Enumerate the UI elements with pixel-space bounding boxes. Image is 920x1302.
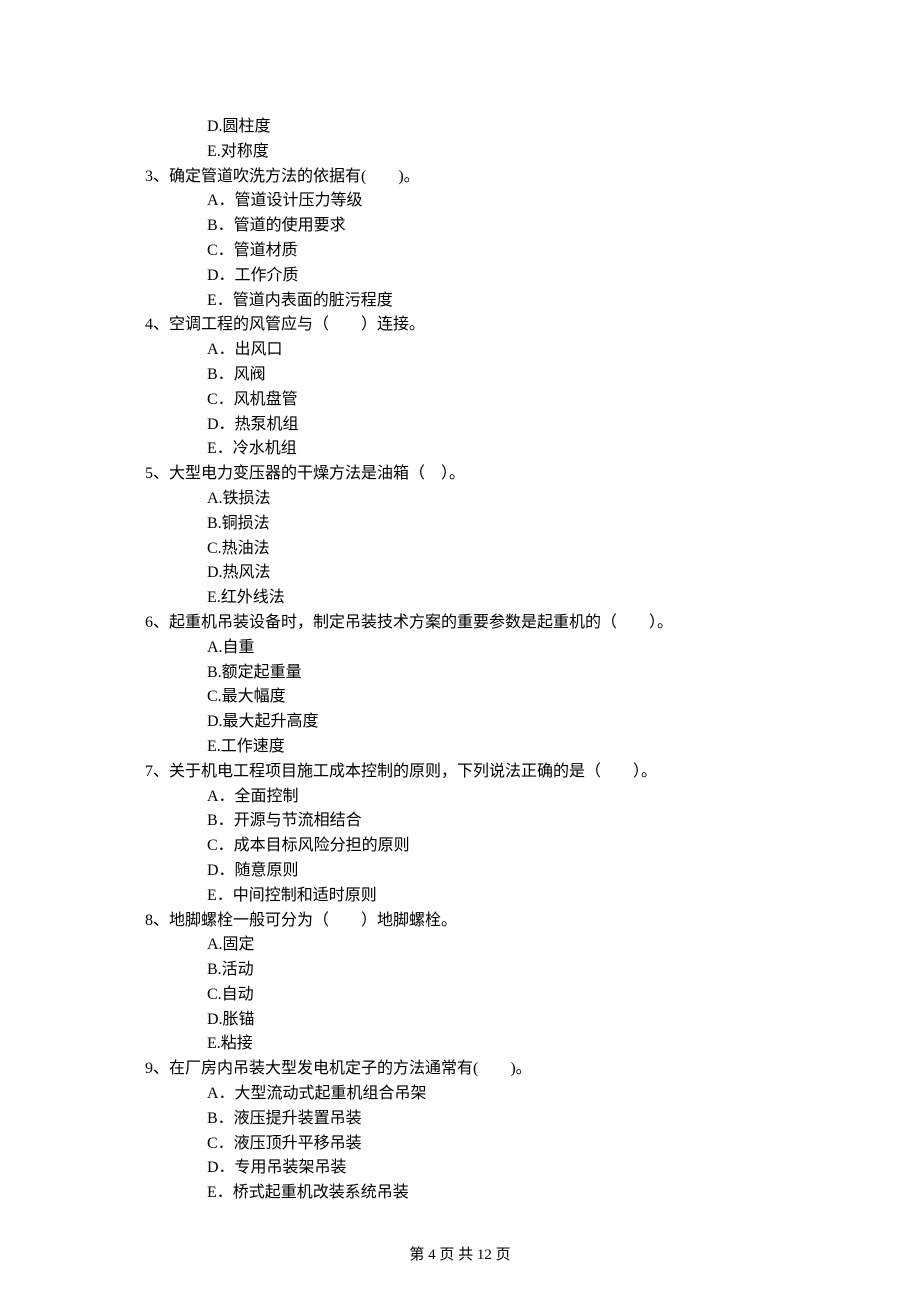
option-item: E．冷水机组: [145, 437, 775, 462]
page-content: D.圆柱度 E.对称度 3、确定管道吹洗方法的依据有( )。 A．管道设计压力等…: [0, 0, 920, 1206]
option-item: B.活动: [145, 958, 775, 983]
option-item: E．管道内表面的脏污程度: [145, 289, 775, 314]
option-item: D．热泵机组: [145, 413, 775, 438]
option-item: D.胀锚: [145, 1008, 775, 1033]
option-item: C.最大幅度: [145, 685, 775, 710]
option-item: D.热风法: [145, 561, 775, 586]
option-item: B．液压提升装置吊装: [145, 1107, 775, 1132]
option-item: A.铁损法: [145, 487, 775, 512]
option-item: C.自动: [145, 983, 775, 1008]
option-item: A．大型流动式起重机组合吊架: [145, 1082, 775, 1107]
option-item: E.粘接: [145, 1032, 775, 1057]
question-stem: 4、空调工程的风管应与（ ）连接。: [145, 313, 775, 338]
option-item: E.红外线法: [145, 586, 775, 611]
option-item: C.热油法: [145, 537, 775, 562]
option-item: B.额定起重量: [145, 661, 775, 686]
question-stem: 6、起重机吊装设备时，制定吊装技术方案的重要参数是起重机的（ ）。: [145, 611, 775, 636]
option-item: A．全面控制: [145, 785, 775, 810]
option-item: B．管道的使用要求: [145, 214, 775, 239]
question-stem: 9、在厂房内吊装大型发电机定子的方法通常有( )。: [145, 1057, 775, 1082]
option-item: C．成本目标风险分担的原则: [145, 834, 775, 859]
option-item: E．中间控制和适时原则: [145, 884, 775, 909]
question-stem: 3、确定管道吹洗方法的依据有( )。: [145, 165, 775, 190]
option-item: A．出风口: [145, 338, 775, 363]
option-item: A．管道设计压力等级: [145, 189, 775, 214]
option-item: D.最大起升高度: [145, 710, 775, 735]
option-item: E.对称度: [145, 140, 775, 165]
option-item: D．工作介质: [145, 264, 775, 289]
question-stem: 5、大型电力变压器的干燥方法是油箱（ ）。: [145, 462, 775, 487]
option-item: D.圆柱度: [145, 115, 775, 140]
page-footer: 第 4 页 共 12 页: [0, 1244, 920, 1267]
option-item: E．桥式起重机改装系统吊装: [145, 1181, 775, 1206]
question-stem: 8、地脚螺栓一般可分为（ ）地脚螺栓。: [145, 909, 775, 934]
option-item: A.固定: [145, 933, 775, 958]
option-item: D．随意原则: [145, 859, 775, 884]
question-stem: 7、关于机电工程项目施工成本控制的原则，下列说法正确的是（ ）。: [145, 760, 775, 785]
option-item: B．开源与节流相结合: [145, 809, 775, 834]
option-item: D．专用吊装架吊装: [145, 1156, 775, 1181]
option-item: B．风阀: [145, 363, 775, 388]
option-item: B.铜损法: [145, 512, 775, 537]
option-item: C．液压顶升平移吊装: [145, 1132, 775, 1157]
option-item: C．风机盘管: [145, 388, 775, 413]
option-item: E.工作速度: [145, 735, 775, 760]
option-item: C．管道材质: [145, 239, 775, 264]
option-item: A.自重: [145, 636, 775, 661]
